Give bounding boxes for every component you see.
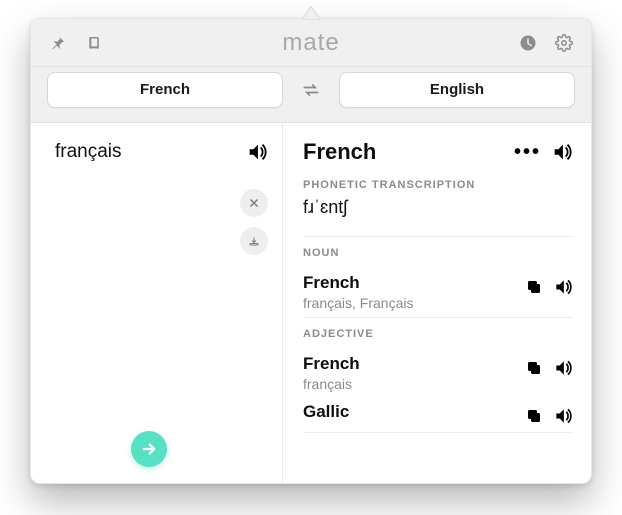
speak-entry-icon[interactable]: [553, 406, 573, 426]
app-brand: mate: [282, 29, 339, 57]
copy-icon[interactable]: [525, 359, 543, 377]
dictionary-entry: French français, Français: [303, 265, 573, 313]
popover-arrow: [302, 6, 320, 20]
entry-word: Gallic: [303, 402, 525, 422]
settings-icon[interactable]: [551, 30, 577, 56]
dictionary-entry: Gallic: [303, 394, 573, 428]
result-headword: French: [303, 139, 514, 165]
result-pane: French ••• PHONETIC TRANSCRIPTION fɹˈɛnt…: [283, 123, 591, 483]
divider: [303, 236, 573, 237]
pin-icon[interactable]: [45, 30, 71, 56]
swap-languages-icon[interactable]: [295, 80, 327, 100]
copy-icon[interactable]: [525, 278, 543, 296]
translate-button[interactable]: [131, 431, 167, 467]
target-language-button[interactable]: English: [339, 72, 575, 108]
more-menu-icon[interactable]: •••: [514, 141, 541, 164]
speak-entry-icon[interactable]: [553, 358, 573, 378]
source-input[interactable]: français: [55, 141, 246, 163]
clear-input-icon[interactable]: [240, 189, 268, 217]
entry-subwords: français: [303, 376, 525, 392]
source-pane: français: [31, 123, 283, 483]
phrasebook-icon[interactable]: [81, 30, 107, 56]
language-bar: French English: [31, 67, 591, 123]
speak-result-icon[interactable]: [551, 141, 573, 163]
translator-popover: mate French English français: [30, 18, 592, 484]
phonetic-transcription: fɹˈɛntʃ: [303, 197, 573, 232]
divider: [303, 317, 573, 318]
content-panes: français: [31, 123, 591, 483]
dictionary-entry: French français: [303, 346, 573, 394]
speak-source-icon[interactable]: [246, 141, 268, 163]
phonetic-label: PHONETIC TRANSCRIPTION: [303, 179, 573, 191]
source-language-button[interactable]: French: [47, 72, 283, 108]
pos-label: ADJECTIVE: [303, 328, 573, 340]
pos-label: NOUN: [303, 247, 573, 259]
copy-icon[interactable]: [525, 407, 543, 425]
divider: [303, 432, 573, 433]
entry-word: French: [303, 273, 525, 293]
toolbar: mate: [31, 19, 591, 67]
save-phrase-icon[interactable]: [240, 227, 268, 255]
entry-subwords: français, Français: [303, 295, 525, 311]
entry-word: French: [303, 354, 525, 374]
history-icon[interactable]: [515, 30, 541, 56]
speak-entry-icon[interactable]: [553, 277, 573, 297]
